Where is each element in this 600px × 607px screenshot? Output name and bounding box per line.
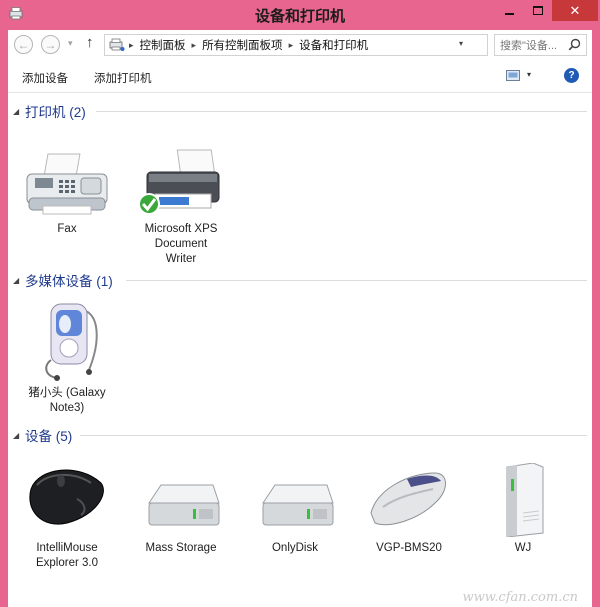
device-label-line-1: IntelliMouse <box>36 542 98 554</box>
chevron-right-icon[interactable]: ▸ <box>289 40 294 51</box>
device-label: Fax <box>57 223 77 235</box>
device-label-line-2: Document <box>154 238 208 250</box>
group-header-multimedia[interactable]: ◢ 多媒体设备 (1) <box>8 271 592 289</box>
help-button[interactable]: ? <box>564 68 579 83</box>
device-label-line-2: Explorer 3.0 <box>35 557 98 569</box>
group-header-printers[interactable]: ◢ 打印机 (2) <box>8 102 592 120</box>
chevron-right-icon[interactable]: ▸ <box>192 40 197 51</box>
arrow-left-icon: ← <box>17 37 30 52</box>
device-label-line-1: Microsoft XPS <box>144 223 218 235</box>
group-title: 多媒体设备 (1) <box>25 274 113 289</box>
arrow-right-icon: → <box>44 37 57 52</box>
hard-drive-icon <box>262 484 334 526</box>
explorer-window: ← → ▾ ↑ ▸ 控制面板 ▸ 所有控制面板项 ▸ 设备和打印机 ▾ 搜索"设… <box>8 30 592 607</box>
device-list: ◢ 打印机 (2) Fax Microsoft XPS Document Wri… <box>8 92 592 607</box>
forward-button[interactable]: → <box>41 35 60 54</box>
address-dropdown-icon[interactable]: ▾ <box>459 39 463 48</box>
back-button[interactable]: ← <box>14 35 33 54</box>
collapse-icon[interactable]: ◢ <box>13 107 19 116</box>
fax-icon <box>26 153 108 215</box>
breadcrumb-control-panel[interactable]: 控制面板 <box>140 37 186 53</box>
recent-locations-button[interactable]: ▾ <box>68 38 73 49</box>
device-intellimouse-explorer[interactable]: IntelliMouse Explorer 3.0 <box>12 463 122 571</box>
device-wj[interactable]: WJ <box>468 463 578 556</box>
device-mass-storage[interactable]: Mass Storage <box>126 463 236 556</box>
device-label-line-1: 猪小头 (Galaxy <box>28 387 106 399</box>
address-bar[interactable]: ▸ 控制面板 ▸ 所有控制面板项 ▸ 设备和打印机 ▾ <box>104 34 488 56</box>
external-drive-icon <box>506 463 544 537</box>
minimize-button[interactable] <box>494 0 524 21</box>
add-printer-button[interactable]: 添加打印机 <box>94 70 152 86</box>
printer-icon <box>138 149 220 215</box>
group-divider <box>126 280 587 281</box>
group-divider <box>80 435 587 436</box>
maximize-button[interactable] <box>524 0 552 21</box>
change-view-icon[interactable] <box>506 70 520 81</box>
mouse-icon <box>370 472 446 526</box>
group-title: 设备 (5) <box>25 429 73 444</box>
group-title: 打印机 (2) <box>25 105 86 120</box>
device-label: VGP-BMS20 <box>376 542 442 554</box>
device-vgp-bms20[interactable]: VGP-BMS20 <box>354 463 464 556</box>
maximize-icon <box>533 6 543 15</box>
collapse-icon[interactable]: ◢ <box>13 431 19 440</box>
mouse-icon <box>29 469 104 525</box>
arrow-up-icon: ↑ <box>86 34 94 51</box>
media-player-icon <box>45 303 98 381</box>
device-label-line-3: Writer <box>165 253 197 265</box>
group-header-devices[interactable]: ◢ 设备 (5) <box>8 426 592 444</box>
command-bar: 添加设备 添加打印机 ▾ ? <box>8 64 592 90</box>
view-dropdown-icon[interactable]: ▾ <box>527 70 531 79</box>
search-placeholder: 搜索"设备... <box>500 40 558 52</box>
device-onlydisk[interactable]: OnlyDisk <box>240 463 350 556</box>
close-icon: ✕ <box>569 2 581 18</box>
title-bar[interactable]: 设备和打印机 ✕ <box>0 0 600 30</box>
device-label: OnlyDisk <box>271 542 318 554</box>
hard-drive-icon <box>148 484 220 526</box>
device-label: WJ <box>514 542 532 554</box>
navigation-bar: ← → ▾ ↑ ▸ 控制面板 ▸ 所有控制面板项 ▸ 设备和打印机 ▾ 搜索"设… <box>8 30 592 60</box>
device-label-line-2: Note3) <box>49 402 85 414</box>
chevron-down-icon: ▾ <box>68 38 73 48</box>
collapse-icon[interactable]: ◢ <box>13 276 19 285</box>
search-icon[interactable] <box>568 38 581 51</box>
watermark: www.cfan.com.cn <box>462 590 578 605</box>
breadcrumb-all-items[interactable]: 所有控制面板项 <box>202 37 283 53</box>
breadcrumb-devices-printers[interactable]: 设备和打印机 <box>299 37 368 53</box>
close-button[interactable]: ✕ <box>552 0 598 21</box>
control-panel-icon <box>109 38 125 51</box>
chevron-right-icon: ▸ <box>129 39 134 50</box>
group-divider <box>96 111 587 112</box>
device-label: Mass Storage <box>145 542 217 554</box>
search-input[interactable]: 搜索"设备... <box>494 34 587 56</box>
device-fax[interactable]: Fax <box>12 148 122 237</box>
add-device-button[interactable]: 添加设备 <box>22 70 68 86</box>
device-microsoft-xps-writer[interactable]: Microsoft XPS Document Writer <box>126 148 236 267</box>
minimize-icon <box>504 13 514 15</box>
up-button[interactable]: ↑ <box>86 34 94 51</box>
device-galaxy-note3[interactable]: 猪小头 (Galaxy Note3) <box>12 300 122 416</box>
